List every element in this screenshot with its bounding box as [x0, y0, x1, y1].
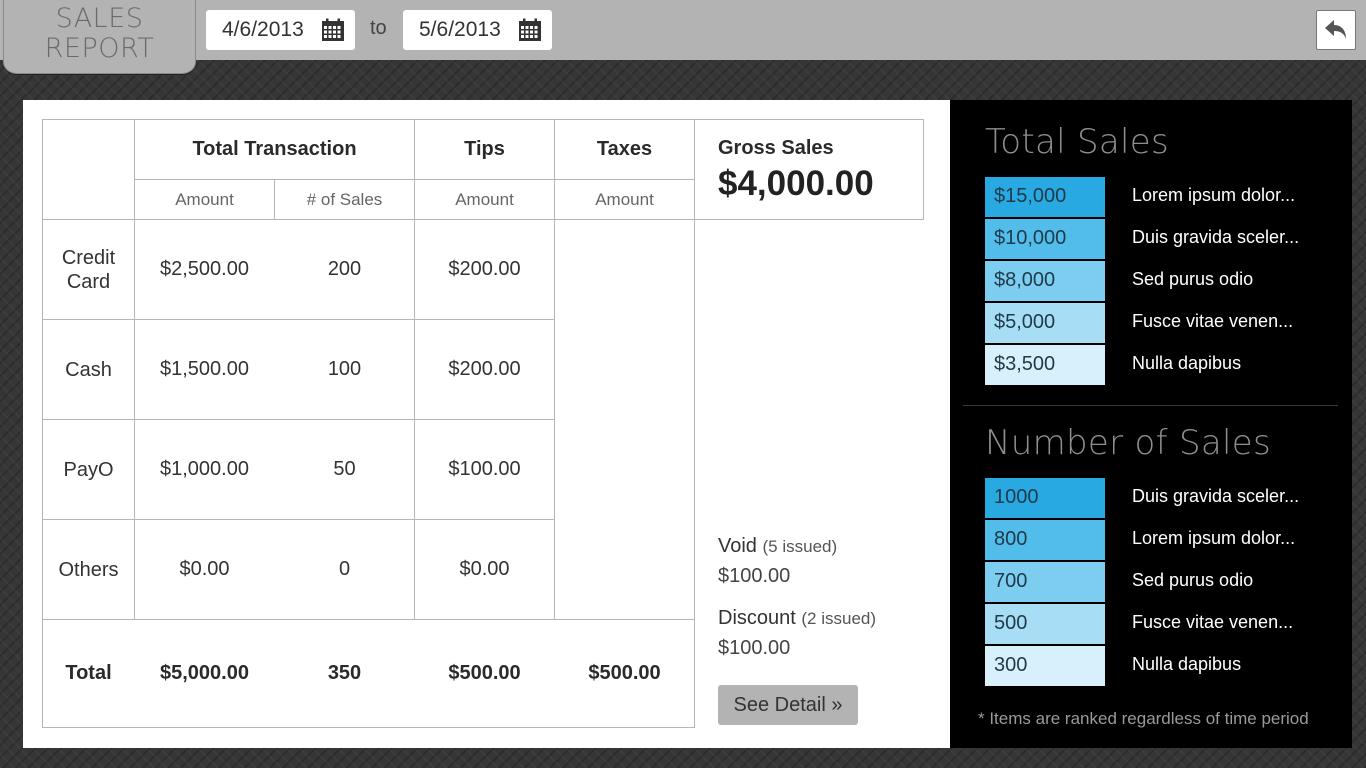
- void-label: Void (5 issued): [718, 535, 837, 558]
- cell-tips: $200.00: [448, 258, 521, 280]
- total-label: Total: [65, 662, 112, 684]
- top-bar: SALES REPORT 4/6/2013 to 5/6/2013: [0, 0, 1366, 74]
- undo-arrow-icon: [1325, 20, 1346, 39]
- discount-value: $100.00: [718, 637, 791, 659]
- cell-num-sales: 100: [327, 358, 362, 380]
- rank-label: Lorem ipsum dolor...: [1132, 528, 1296, 548]
- row-label: Others: [58, 558, 119, 581]
- cell-num-sales: 50: [333, 458, 356, 480]
- subheader-taxes-amount: Amount: [595, 189, 654, 209]
- cell-num-sales: 200: [327, 258, 362, 280]
- date-range-to-label: to: [370, 17, 387, 39]
- rank-label: Nulla dapibus: [1132, 654, 1242, 674]
- list-item[interactable]: 500 Fusce vitae venen...: [985, 604, 1325, 644]
- rank-value: 700: [985, 562, 1105, 602]
- start-date-value: 4/6/2013: [222, 18, 304, 41]
- app-logo: SALES REPORT: [3, 0, 196, 74]
- rank-value: $10,000: [985, 219, 1105, 259]
- total-sales-title: Total Sales: [985, 122, 1170, 162]
- cell-amount: $1,000.00: [160, 458, 249, 480]
- rank-value: $5,000: [985, 303, 1105, 343]
- total-num-sales: 350: [327, 662, 362, 684]
- ranking-footnote: * Items are ranked regardless of time pe…: [978, 709, 1309, 728]
- gross-sales-label: Gross Sales: [718, 137, 834, 159]
- discount-title: Discount: [718, 607, 796, 629]
- cell-tips: $100.00: [448, 458, 521, 480]
- header-total-transaction: Total Transaction: [192, 138, 357, 160]
- rank-value: 500: [985, 604, 1105, 644]
- rank-value: 300: [985, 646, 1105, 686]
- row-label: Credit Card: [61, 246, 116, 293]
- total-amount: $5,000.00: [160, 662, 249, 684]
- section-divider: [963, 405, 1338, 406]
- start-date-field[interactable]: 4/6/2013: [206, 10, 355, 50]
- cell-amount: $0.00: [179, 558, 230, 580]
- end-date-value: 5/6/2013: [419, 18, 501, 41]
- header-tips: Tips: [464, 138, 505, 160]
- gross-sales-value: $4,000.00: [718, 164, 874, 203]
- rank-label: Lorem ipsum dolor...: [1132, 185, 1296, 205]
- list-item[interactable]: $8,000 Sed purus odio: [985, 261, 1325, 301]
- subheader-num-sales: # of Sales: [306, 189, 383, 209]
- rank-label: Fusce vitae venen...: [1132, 311, 1294, 331]
- rank-label: Sed purus odio: [1132, 570, 1254, 590]
- calendar-icon[interactable]: [321, 18, 345, 42]
- logo-line-2: REPORT: [44, 33, 155, 64]
- rank-value: 800: [985, 520, 1105, 560]
- calendar-icon[interactable]: [518, 18, 542, 42]
- rank-value: $8,000: [985, 261, 1105, 301]
- total-taxes: $500.00: [588, 662, 661, 684]
- subheader-tips-amount: Amount: [455, 189, 514, 209]
- rank-value: $15,000: [985, 177, 1105, 217]
- logo-line-1: SALES: [55, 3, 144, 34]
- rank-value: 1000: [985, 478, 1105, 518]
- rank-label: Fusce vitae venen...: [1132, 612, 1294, 632]
- list-item[interactable]: $10,000 Duis gravida sceler...: [985, 219, 1325, 259]
- rank-label: Sed purus odio: [1132, 269, 1254, 289]
- void-title: Void: [718, 535, 757, 557]
- rank-value: $3,500: [985, 345, 1105, 385]
- void-issued-count: (5 issued): [762, 537, 838, 556]
- cell-num-sales: 0: [338, 558, 351, 580]
- void-value: $100.00: [718, 565, 791, 587]
- rank-label: Duis gravida sceler...: [1132, 486, 1300, 506]
- discount-label: Discount (2 issued): [718, 607, 876, 630]
- rank-label: Nulla dapibus: [1132, 353, 1242, 373]
- discount-issued-count: (2 issued): [801, 609, 877, 628]
- list-item[interactable]: $3,500 Nulla dapibus: [985, 345, 1325, 385]
- row-label: Cash: [65, 358, 112, 381]
- row-label: PayO: [63, 458, 114, 481]
- rank-label: Duis gravida sceler...: [1132, 227, 1300, 247]
- list-item[interactable]: 1000 Duis gravida sceler...: [985, 478, 1325, 518]
- cell-amount: $2,500.00: [160, 258, 249, 280]
- subheader-amount: Amount: [175, 189, 234, 209]
- list-item[interactable]: $15,000 Lorem ipsum dolor...: [985, 177, 1325, 217]
- cell-tips: $200.00: [448, 358, 521, 380]
- number-of-sales-title: Number of Sales: [985, 423, 1271, 463]
- header-taxes: Taxes: [596, 138, 653, 160]
- see-detail-button[interactable]: See Detail »: [718, 685, 858, 725]
- back-button[interactable]: [1316, 10, 1356, 50]
- rankings-panel: Total Sales $15,000 Lorem ipsum dolor...…: [950, 100, 1352, 748]
- sales-summary-panel: Total Transaction Tips Taxes Amount # of…: [23, 100, 950, 748]
- total-tips: $500.00: [448, 662, 521, 684]
- list-item[interactable]: 700 Sed purus odio: [985, 562, 1325, 602]
- cell-tips: $0.00: [459, 558, 510, 580]
- list-item[interactable]: 300 Nulla dapibus: [985, 646, 1325, 686]
- cell-amount: $1,500.00: [160, 358, 249, 380]
- list-item[interactable]: $5,000 Fusce vitae venen...: [985, 303, 1325, 343]
- list-item[interactable]: 800 Lorem ipsum dolor...: [985, 520, 1325, 560]
- end-date-field[interactable]: 5/6/2013: [403, 10, 552, 50]
